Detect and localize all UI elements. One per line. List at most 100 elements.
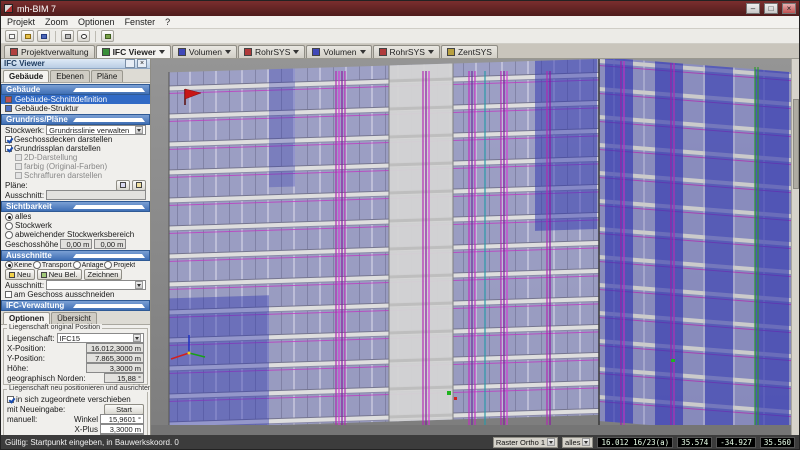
section-title: IFC-Verwaltung bbox=[6, 301, 65, 310]
panel-tab-ebenen[interactable]: Ebenen bbox=[50, 70, 90, 82]
geo-norden-field[interactable]: 15,88 ° bbox=[104, 373, 144, 383]
plaene-edit-button[interactable] bbox=[132, 179, 146, 191]
z-coordinate: 35.560 bbox=[759, 436, 795, 448]
raster-select[interactable]: Raster Ortho 1 bbox=[492, 436, 559, 448]
menubar: Projekt Zoom Optionen Fenster ? bbox=[1, 16, 799, 29]
section-header-gebaeude[interactable]: Gebäude bbox=[1, 84, 150, 95]
menu-zoom[interactable]: Zoom bbox=[45, 17, 68, 27]
panel-tab-plaene[interactable]: Pläne bbox=[90, 70, 124, 82]
document-tabbar: Projektverwaltung IFC Viewer Volumen Roh… bbox=[1, 44, 799, 59]
panel-tab-gebaeude[interactable]: Gebäude bbox=[3, 70, 50, 82]
ifc-viewer-icon bbox=[101, 48, 110, 56]
abweichend-radio[interactable] bbox=[5, 230, 13, 239]
ifc-tab-optionen[interactable]: Optionen bbox=[3, 312, 51, 324]
stockwerk-value: Grundrisslinie verwalten bbox=[49, 125, 130, 135]
scrollbar-thumb[interactable] bbox=[793, 99, 799, 189]
zugeordnete-checkbox[interactable] bbox=[7, 395, 14, 403]
chevron-down-icon[interactable] bbox=[582, 438, 591, 446]
schraffuren-checkbox[interactable] bbox=[15, 172, 22, 179]
section-header-sichtbarkeit[interactable]: Sichtbarkeit bbox=[1, 201, 150, 212]
geschoss-ausschneiden-checkbox[interactable] bbox=[5, 291, 12, 298]
hoehe-field[interactable]: 3,3000 m bbox=[86, 363, 144, 373]
ifc-tab-uebersicht[interactable]: Übersicht bbox=[51, 312, 97, 324]
transport-radio[interactable] bbox=[32, 261, 41, 269]
tree-item-struktur[interactable]: Gebäude-Struktur bbox=[1, 104, 150, 113]
menu-optionen[interactable]: Optionen bbox=[78, 17, 115, 27]
anlage-radio[interactable] bbox=[72, 261, 81, 269]
grundrissplan-checkbox[interactable] bbox=[5, 145, 12, 152]
app-window: mh-BIM 7 – □ × Projekt Zoom Optionen Fen… bbox=[0, 0, 800, 450]
winkel-field[interactable]: 15,9601 ° bbox=[100, 414, 144, 424]
open-folder-icon[interactable] bbox=[21, 30, 34, 42]
menu-projekt[interactable]: Projekt bbox=[7, 17, 35, 27]
equipment-green bbox=[447, 391, 451, 395]
tab-rohrsys-2[interactable]: RohrSYS bbox=[372, 45, 440, 58]
maximize-button[interactable]: □ bbox=[764, 3, 778, 14]
tab-projektverwaltung[interactable]: Projektverwaltung bbox=[4, 45, 95, 58]
options-icon[interactable] bbox=[101, 30, 114, 42]
ausschnitt-select[interactable] bbox=[46, 280, 146, 290]
checkbox-label: am Geschoss ausschneiden bbox=[14, 290, 115, 299]
radio-label: Anlage bbox=[81, 261, 104, 269]
alles-radio[interactable] bbox=[5, 212, 13, 221]
neu-button[interactable]: Neu bbox=[5, 269, 35, 280]
x-plus-field[interactable]: 3,3000 m bbox=[100, 424, 144, 434]
geschosshoehe-bis-field[interactable]: 0,00 m bbox=[94, 239, 127, 249]
zoom-icon[interactable] bbox=[77, 30, 90, 42]
x-position-field[interactable]: 16.012,3000 m bbox=[86, 343, 144, 353]
section-header-ifc-verwaltung[interactable]: IFC-Verwaltung bbox=[1, 300, 150, 311]
new-icon bbox=[9, 271, 15, 278]
keine-radio[interactable] bbox=[5, 261, 13, 269]
section-header-grundriss[interactable]: Grundriss/Pläne bbox=[1, 114, 150, 125]
print-icon[interactable] bbox=[61, 30, 74, 42]
chevron-down-icon[interactable] bbox=[135, 281, 143, 289]
tab-rohrsys-1[interactable]: RohrSYS bbox=[237, 45, 306, 58]
filter-select[interactable]: alles bbox=[562, 436, 594, 448]
ausschnitt-field[interactable] bbox=[46, 190, 146, 200]
y-plus-field[interactable]: 3,3000 m bbox=[100, 434, 144, 435]
3d-viewport[interactable] bbox=[151, 59, 799, 435]
zeichnen-button[interactable]: Zeichnen bbox=[83, 269, 123, 280]
tab-volumen-1[interactable]: Volumen bbox=[171, 45, 237, 58]
chevron-down-icon[interactable] bbox=[224, 50, 231, 54]
y-position-field[interactable]: 7.865,3000 m bbox=[86, 353, 144, 363]
neu-beliebig-button[interactable]: Neu Bel. bbox=[36, 269, 82, 280]
section-header-ausschnitte[interactable]: Ausschnitte bbox=[1, 250, 150, 261]
chevron-down-icon[interactable] bbox=[547, 438, 556, 446]
chevron-down-icon[interactable] bbox=[359, 50, 366, 54]
save-icon[interactable] bbox=[37, 30, 50, 42]
tab-ifc-viewer[interactable]: IFC Viewer bbox=[95, 45, 171, 58]
stockwerk-radio[interactable] bbox=[5, 221, 13, 230]
panel-dock-icon[interactable] bbox=[125, 59, 135, 68]
plaene-list-button[interactable] bbox=[116, 179, 130, 191]
tree-item-schnittdefinition[interactable]: Gebäude-Schnittdefinition bbox=[1, 95, 150, 104]
filter-value: alles bbox=[565, 437, 581, 447]
geschosshoehe-von-field[interactable]: 0,00 m bbox=[60, 239, 93, 249]
collapse-arrow-icon bbox=[72, 303, 145, 308]
chevron-down-icon[interactable] bbox=[135, 126, 143, 134]
2d-darstellung-checkbox[interactable] bbox=[15, 154, 22, 161]
close-button[interactable]: × bbox=[782, 3, 796, 14]
section-title: Sichtbarkeit bbox=[6, 202, 52, 211]
new-project-icon[interactable] bbox=[5, 30, 18, 42]
structure-icon bbox=[5, 105, 12, 112]
minimize-button[interactable]: – bbox=[746, 3, 760, 14]
stockwerk-select[interactable]: Grundrisslinie verwalten bbox=[46, 125, 146, 135]
geschossdecken-checkbox[interactable] bbox=[5, 136, 12, 143]
farbig-checkbox[interactable] bbox=[15, 163, 22, 170]
chevron-down-icon[interactable] bbox=[133, 334, 141, 342]
menu-help[interactable]: ? bbox=[165, 17, 170, 27]
tab-zentsys[interactable]: ZentSYS bbox=[440, 45, 498, 58]
vertical-scrollbar[interactable] bbox=[791, 59, 799, 435]
chevron-down-icon[interactable] bbox=[158, 50, 165, 54]
tab-volumen-2[interactable]: Volumen bbox=[306, 45, 372, 58]
projekt-radio[interactable] bbox=[104, 261, 113, 269]
panel-titlebar[interactable]: IFC Viewer × bbox=[1, 59, 150, 69]
start-button[interactable]: Start bbox=[104, 403, 144, 415]
checkbox-label: in sich zugeordnete verschieben bbox=[16, 394, 131, 404]
panel-close-icon[interactable]: × bbox=[137, 59, 147, 68]
chevron-down-icon[interactable] bbox=[427, 50, 434, 54]
liegenschaft-select[interactable]: IFC15 bbox=[56, 333, 144, 343]
menu-fenster[interactable]: Fenster bbox=[125, 17, 156, 27]
chevron-down-icon[interactable] bbox=[293, 50, 300, 54]
